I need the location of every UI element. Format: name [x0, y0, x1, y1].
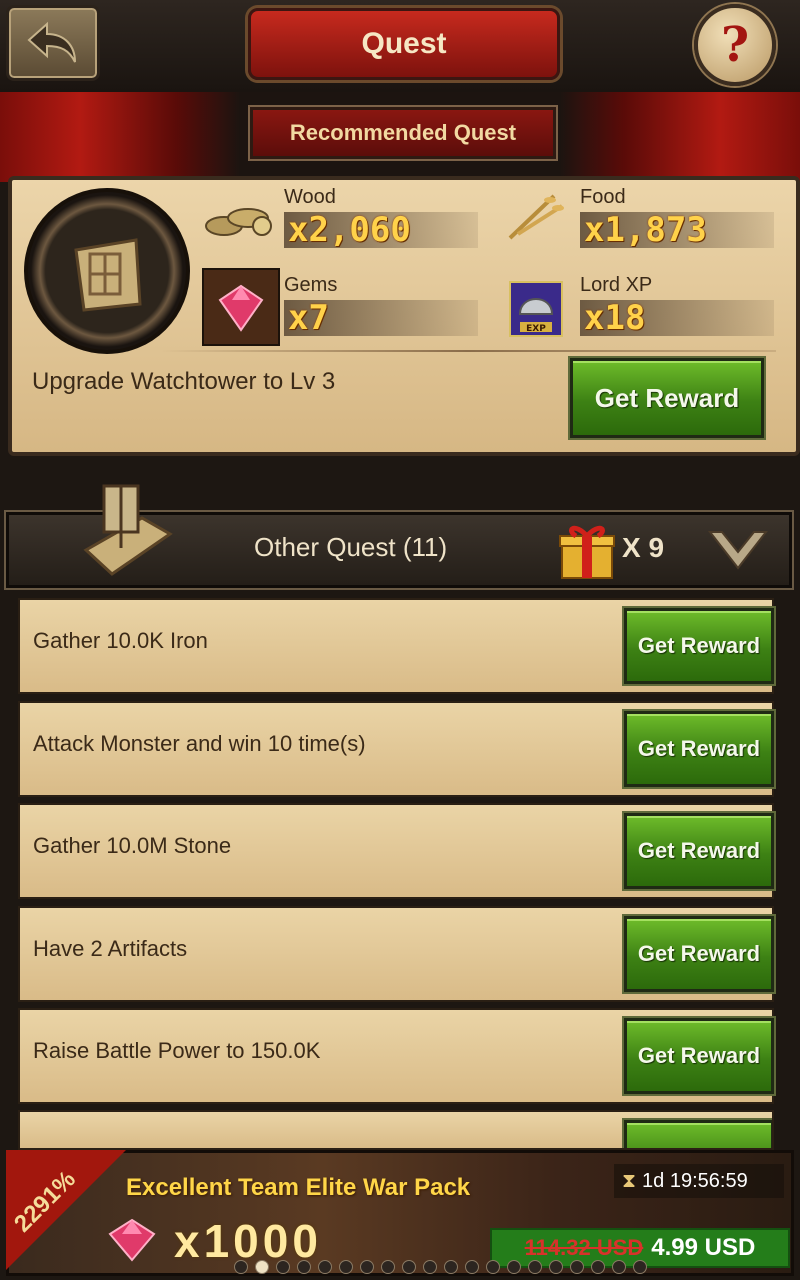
quest-text: Raise Battle Power to 150.0K: [33, 1038, 321, 1063]
page-dot[interactable]: [507, 1260, 521, 1274]
food-amount: x1,873: [584, 210, 707, 250]
page-dot[interactable]: [444, 1260, 458, 1274]
get-reward-button[interactable]: Get Reward: [624, 711, 774, 787]
help-button[interactable]: ?: [694, 4, 776, 86]
page-dot[interactable]: [297, 1260, 311, 1274]
page-title: Quest: [248, 8, 560, 80]
gem-icon: [104, 1216, 160, 1269]
lord-xp-amount: x18: [584, 298, 646, 338]
quest-text: Have 2 Artifacts: [33, 936, 188, 961]
quest-row: Raise Battle Power to 150.0K Get Reward: [18, 1008, 774, 1104]
gems-label: Gems: [284, 274, 338, 296]
quest-row: Gather 10.0K Iron Get Reward: [18, 598, 774, 694]
page-dot[interactable]: [255, 1260, 269, 1274]
page-dot[interactable]: [486, 1260, 500, 1274]
wood-amount-bar: x2,060: [284, 210, 478, 250]
divider: [160, 350, 776, 352]
quest-text: Gather 10.0K Iron: [33, 628, 208, 653]
page-dot[interactable]: [360, 1260, 374, 1274]
gems-amount: x7: [288, 298, 329, 338]
page-indicator: [234, 1260, 647, 1274]
quest-scroll-icon: [24, 188, 190, 354]
page-dot[interactable]: [402, 1260, 416, 1274]
back-arrow-icon: [27, 21, 76, 63]
wood-label: Wood: [284, 186, 336, 208]
promo-timer: ⧗ 1d 19:56:59: [614, 1164, 784, 1198]
gem-icon: [202, 268, 280, 346]
map-scroll-icon: [72, 478, 182, 587]
quest-row-partial: [18, 1110, 774, 1150]
lord-xp-amount-bar: x18: [580, 298, 774, 338]
page-dot[interactable]: [276, 1260, 290, 1274]
exp-helmet-icon: EXP: [506, 276, 566, 345]
page-dot[interactable]: [633, 1260, 647, 1274]
page-dot[interactable]: [465, 1260, 479, 1274]
get-reward-button[interactable]: Get Reward: [624, 916, 774, 992]
recommended-quest-title: Recommended Quest: [250, 107, 556, 159]
question-mark-icon: ?: [720, 17, 750, 73]
page-dot[interactable]: [528, 1260, 542, 1274]
page-dot[interactable]: [591, 1260, 605, 1274]
page-dot[interactable]: [612, 1260, 626, 1274]
food-label: Food: [580, 186, 626, 208]
gift-box-icon: [556, 520, 618, 585]
page-dot[interactable]: [318, 1260, 332, 1274]
get-reward-button-partial[interactable]: [624, 1120, 772, 1148]
quest-row: Attack Monster and win 10 time(s) Get Re…: [18, 701, 774, 797]
page-dot[interactable]: [549, 1260, 563, 1274]
wheat-icon: [504, 188, 568, 249]
back-button[interactable]: [6, 5, 100, 81]
wood-amount: x2,060: [288, 210, 411, 250]
quest-text: Gather 10.0M Stone: [33, 833, 232, 858]
lord-xp-label: Lord XP: [580, 274, 653, 296]
timer-text: 1d 19:56:59: [642, 1169, 748, 1192]
recommended-quest-description: Upgrade Watchtower to Lv 3: [32, 368, 336, 395]
get-reward-button[interactable]: Get Reward: [624, 1018, 774, 1094]
svg-text:EXP: EXP: [526, 324, 546, 334]
page-dot[interactable]: [381, 1260, 395, 1274]
page-dot[interactable]: [423, 1260, 437, 1274]
page-dot[interactable]: [339, 1260, 353, 1274]
quest-text: Attack Monster and win 10 time(s): [33, 731, 366, 756]
page-dot[interactable]: [234, 1260, 248, 1274]
hourglass-icon: ⧗: [622, 1169, 637, 1192]
gift-count: X 9: [622, 532, 665, 563]
wood-logs-icon: [204, 196, 274, 247]
quest-row: Have 2 Artifacts Get Reward: [18, 906, 774, 1002]
other-quest-title: Other Quest (11): [254, 532, 448, 562]
get-reward-button[interactable]: Get Reward: [624, 608, 774, 684]
old-price: 114.32 USD: [524, 1235, 644, 1260]
chevron-down-icon[interactable]: [706, 524, 770, 579]
recommended-get-reward-button[interactable]: Get Reward: [570, 358, 764, 438]
promo-title: Excellent Team Elite War Pack: [126, 1174, 471, 1201]
page-dot[interactable]: [570, 1260, 584, 1274]
get-reward-button[interactable]: Get Reward: [624, 813, 774, 889]
quest-row: Gather 10.0M Stone Get Reward: [18, 803, 774, 899]
new-price: 4.99 USD: [651, 1234, 756, 1261]
gems-amount-bar: x7: [284, 298, 478, 338]
food-amount-bar: x1,873: [580, 210, 774, 250]
